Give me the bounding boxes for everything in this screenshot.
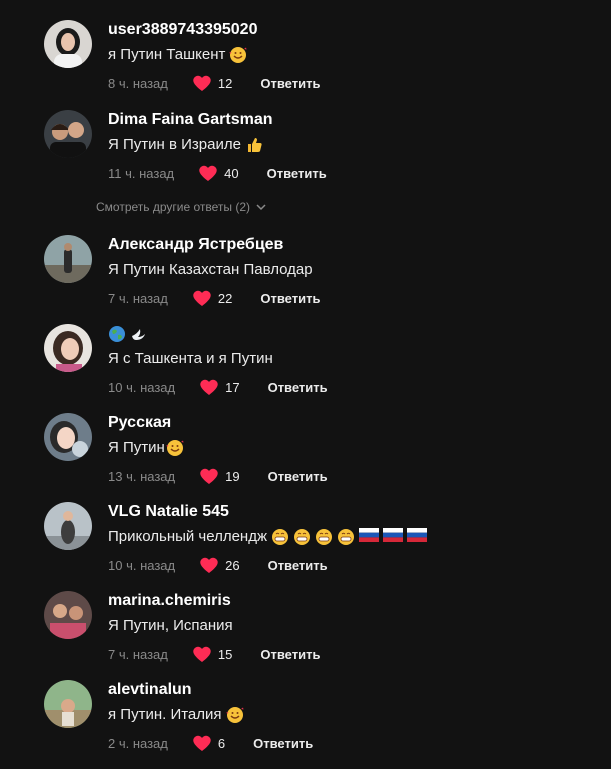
comment-meta: 7 ч. назад 15 Ответить <box>108 643 320 665</box>
comment-item: Александр Ястребцев Я Путин Казахстан Па… <box>0 235 611 324</box>
reply-button[interactable]: Ответить <box>268 380 328 395</box>
comment-username[interactable]: marina.chemiris <box>108 591 231 611</box>
comment-item: Dima Faina Gartsman Я Путин в Израиле 11… <box>0 110 611 199</box>
comment-text: Я Путин, Испания <box>108 616 233 636</box>
chevron-down-icon <box>256 204 266 211</box>
comment-username[interactable]: VLG Natalie 545 <box>108 502 229 522</box>
reply-button[interactable]: Ответить <box>267 166 327 181</box>
comment-text: я Путин Ташкент <box>108 45 247 65</box>
comment-username[interactable]: Александр Ястребцев <box>108 235 283 255</box>
heart-icon[interactable] <box>199 556 219 574</box>
comment-text-content: я Путин Ташкент <box>108 46 226 63</box>
grinning-face-icon <box>271 528 289 546</box>
comment-text-content: Я Путин Казахстан Павлодар <box>108 261 313 278</box>
comment-text-content: Я с Ташкента и я Путин <box>108 350 273 367</box>
like-count: 26 <box>225 557 240 573</box>
comment-meta: 10 ч. назад 17 Ответить <box>108 376 328 398</box>
grinning-face-icon <box>337 528 355 546</box>
comment-meta: 11 ч. назад 40 Ответить <box>108 162 327 184</box>
like-count: 15 <box>217 646 233 662</box>
comments-list: user3889743395020 я Путин Ташкент 8 ч. н… <box>0 0 611 765</box>
heart-icon[interactable] <box>192 734 212 752</box>
comment-text: Я с Ташкента и я Путин <box>108 349 273 369</box>
comment-item: VLG Natalie 545 Прикольный челлендж 10 ч… <box>0 502 611 591</box>
comment-text-content: Я Путин в Израиле <box>108 136 241 153</box>
reply-button[interactable]: Ответить <box>253 736 313 751</box>
comment-username[interactable]: user3889743395020 <box>108 20 257 40</box>
comment-text-content: Я Путин <box>108 439 165 456</box>
grinning-face-icon <box>315 528 333 546</box>
grinning-face-icon <box>293 528 311 546</box>
heart-icon[interactable] <box>192 74 212 92</box>
thumbs-up-icon <box>245 136 263 154</box>
comment-text: Прикольный челлендж <box>108 527 428 547</box>
comment-item: Русская Я Путин 13 ч. назад 19 Ответить <box>0 413 611 502</box>
comment-time: 7 ч. назад <box>108 290 168 306</box>
avatar[interactable] <box>44 20 92 68</box>
view-more-replies-button[interactable]: Смотреть другие ответы (2) <box>96 200 266 214</box>
comment-item: marina.chemiris Я Путин, Испания 7 ч. на… <box>0 591 611 680</box>
like-count: 17 <box>225 379 240 395</box>
like-count: 19 <box>225 468 240 484</box>
view-more-replies-label: Смотреть другие ответы (2) <box>96 200 251 214</box>
comment-username[interactable]: alevtinalun <box>108 680 192 700</box>
avatar[interactable] <box>44 502 92 550</box>
comment-time: 7 ч. назад <box>108 646 168 662</box>
avatar[interactable] <box>44 324 92 372</box>
russia-flag-icon <box>359 528 380 546</box>
avatar[interactable] <box>44 235 92 283</box>
comment-username[interactable]: Dima Faina Gartsman <box>108 110 273 130</box>
smiling-face-with-hearts-icon <box>166 439 184 457</box>
heart-icon[interactable] <box>192 645 212 663</box>
like-count: 12 <box>217 75 233 91</box>
like-count: 40 <box>224 165 239 181</box>
heart-icon[interactable] <box>198 164 218 182</box>
comment-text: я Путин. Италия <box>108 705 244 725</box>
reply-button[interactable]: Ответить <box>268 469 328 484</box>
avatar[interactable] <box>44 413 92 461</box>
avatar[interactable] <box>44 110 92 158</box>
reply-button[interactable]: Ответить <box>268 558 328 573</box>
comment-text-content: я Путин. Италия <box>108 706 222 723</box>
comment-text-content: Я Путин, Испания <box>108 617 233 634</box>
comment-username[interactable] <box>108 324 148 344</box>
comment-meta: 2 ч. назад 6 Ответить <box>108 732 313 754</box>
smiling-face-with-hearts-icon <box>229 46 247 64</box>
comment-username[interactable]: Русская <box>108 413 171 433</box>
comment-text: Я Путин Казахстан Павлодар <box>108 260 313 280</box>
comment-time: 2 ч. назад <box>108 735 168 751</box>
smiling-face-with-hearts-icon <box>226 706 244 724</box>
reply-button[interactable]: Ответить <box>260 76 320 91</box>
avatar[interactable] <box>44 591 92 639</box>
avatar[interactable] <box>44 680 92 728</box>
like-count: 6 <box>217 735 226 751</box>
comment-text-content: Прикольный челлендж <box>108 528 268 545</box>
russia-flag-icon <box>407 528 428 546</box>
comment-time: 10 ч. назад <box>108 379 176 395</box>
like-count: 22 <box>217 290 233 306</box>
comment-time: 11 ч. назад <box>108 165 175 181</box>
russia-flag-icon <box>383 528 404 546</box>
comment-meta: 7 ч. назад 22 Ответить <box>108 287 320 309</box>
comment-text: Я Путин в Израиле <box>108 135 263 155</box>
comment-item: Я с Ташкента и я Путин 10 ч. назад 17 От… <box>0 324 611 413</box>
heart-icon[interactable] <box>199 378 219 396</box>
comment-item: alevtinalun я Путин. Италия 2 ч. назад 6… <box>0 680 611 769</box>
comment-time: 13 ч. назад <box>108 468 176 484</box>
comment-time: 8 ч. назад <box>108 75 168 91</box>
comment-meta: 10 ч. назад 26 Ответить <box>108 554 328 576</box>
heart-icon[interactable] <box>192 289 212 307</box>
comment-time: 10 ч. назад <box>108 557 176 573</box>
comment-text: Я Путин <box>108 438 184 458</box>
comment-meta: 13 ч. назад 19 Ответить <box>108 465 328 487</box>
reply-button[interactable]: Ответить <box>260 647 320 662</box>
reply-button[interactable]: Ответить <box>260 291 320 306</box>
dove-icon <box>130 325 148 343</box>
comment-meta: 8 ч. назад 12 Ответить <box>108 72 320 94</box>
globe-icon <box>108 325 126 343</box>
heart-icon[interactable] <box>199 467 219 485</box>
comment-item: user3889743395020 я Путин Ташкент 8 ч. н… <box>0 20 611 109</box>
